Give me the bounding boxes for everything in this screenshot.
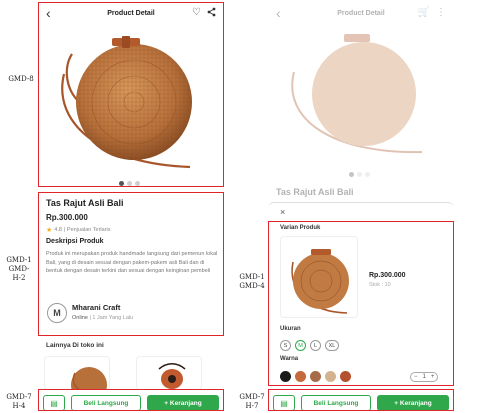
related-product-image: [158, 362, 186, 389]
label-gmd8: GMD-8: [8, 75, 34, 83]
pager-dot: [349, 172, 354, 177]
related-product-card[interactable]: [136, 356, 202, 390]
header: ‹ Product Detail 🛒 ⋮: [268, 2, 454, 24]
related-product-card[interactable]: [44, 356, 110, 390]
annotation-box-gmd4: [268, 221, 454, 386]
label-line: GMD-1: [239, 273, 265, 281]
label-gmd7-h7: GMD-7 H-7: [236, 393, 268, 411]
bag-illustration: [291, 34, 423, 154]
label-gmd7-h4: GMD-7 H-4: [4, 393, 34, 411]
label-gmd1-gmd4: GMD-1 GMD-4: [236, 273, 268, 291]
product-name: Tas Rajut Asli Bali: [276, 187, 354, 197]
annotation-box-gmd7-h7: [268, 389, 454, 411]
image-pager: [349, 172, 370, 177]
label-line: GMD-1: [6, 256, 32, 264]
label-gmd1-gmd-h2: GMD-1 GMD- H-2: [4, 256, 34, 283]
header-actions: 🛒 ⋮: [418, 7, 446, 18]
label-line: GMD-: [8, 265, 30, 273]
label-line: GMD-4: [239, 282, 265, 290]
annotation-box-gmd7-h4: [38, 389, 224, 411]
pager-dot: [365, 172, 370, 177]
pager-dot: [357, 172, 362, 177]
annotation-box-gmd1: [38, 192, 224, 336]
product-image: [272, 24, 450, 164]
share-icon[interactable]: ⋮: [436, 7, 446, 18]
label-line: H-4: [12, 402, 26, 410]
label-line: GMD-7: [6, 393, 32, 401]
label-line: H-7: [245, 402, 259, 410]
label-line: H-2: [12, 274, 26, 282]
back-arrow-icon[interactable]: ‹: [276, 6, 281, 20]
cart-icon[interactable]: 🛒: [418, 7, 430, 18]
label-line: GMD-7: [239, 393, 265, 401]
more-from-store-title: Lainnya Di toko ini: [46, 342, 104, 349]
related-product-image: [71, 367, 107, 389]
page-title: Product Detail: [337, 9, 385, 17]
close-icon[interactable]: ×: [280, 207, 285, 217]
annotation-box-gmd8: [38, 2, 224, 187]
